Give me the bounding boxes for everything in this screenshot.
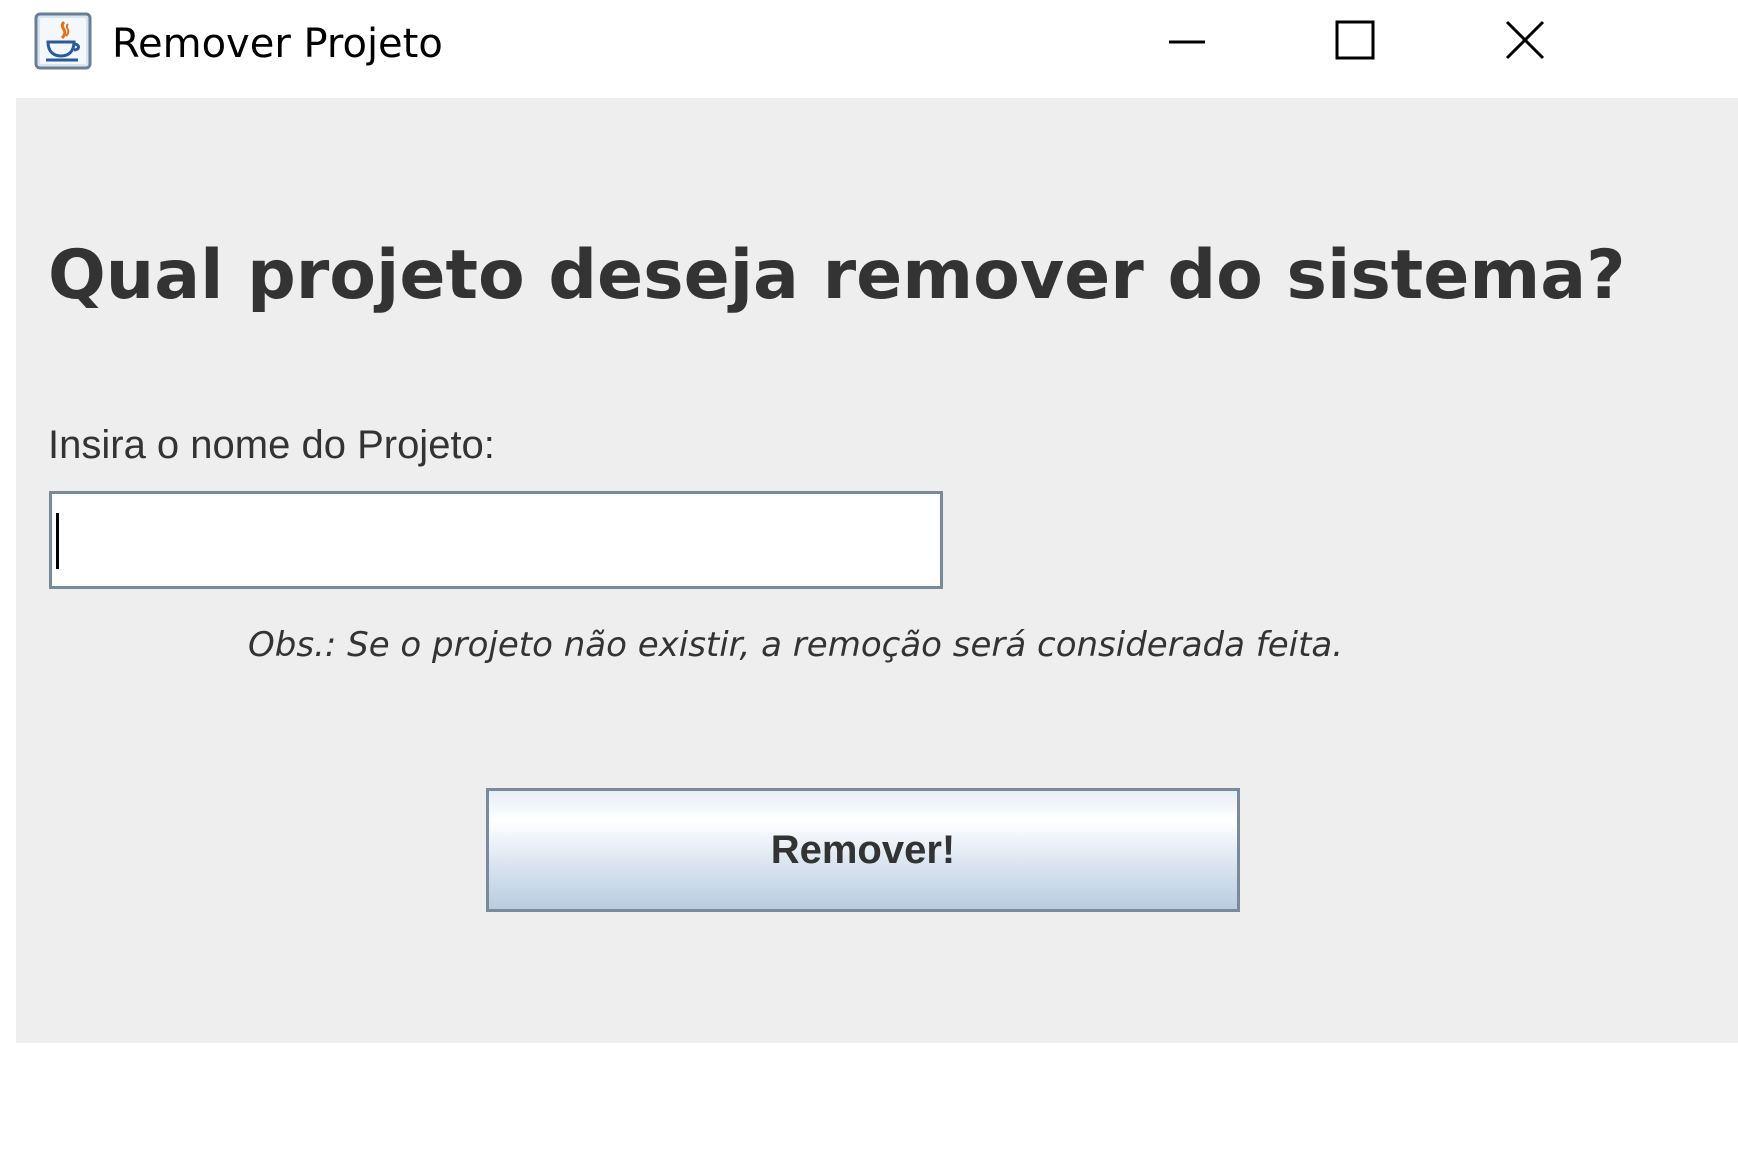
content-panel: Qual projeto deseja remover do sistema? … <box>16 98 1738 1043</box>
page-title: Qual projeto deseja remover do sistema? <box>48 236 1626 315</box>
project-name-label: Insira o nome do Projeto: <box>48 423 495 467</box>
close-icon <box>1505 20 1545 64</box>
remover-projeto-window: Remover Projeto Qual projeto deseja remo… <box>0 0 1738 1156</box>
maximize-button[interactable] <box>1280 0 1430 84</box>
minimize-icon <box>1167 20 1207 64</box>
text-caret <box>56 513 59 569</box>
removal-note: Obs.: Se o projeto não existir, a remoçã… <box>248 625 1344 665</box>
window-bottom-edge <box>0 1043 1738 1156</box>
remove-button[interactable]: Remover! <box>486 788 1240 912</box>
window-title: Remover Projeto <box>112 21 443 67</box>
minimize-button[interactable] <box>1112 0 1262 84</box>
maximize-icon <box>1335 20 1375 64</box>
project-name-input[interactable] <box>49 491 943 589</box>
java-coffee-cup-icon <box>34 12 92 70</box>
close-button[interactable] <box>1450 0 1600 84</box>
title-bar[interactable]: Remover Projeto <box>0 0 1738 98</box>
